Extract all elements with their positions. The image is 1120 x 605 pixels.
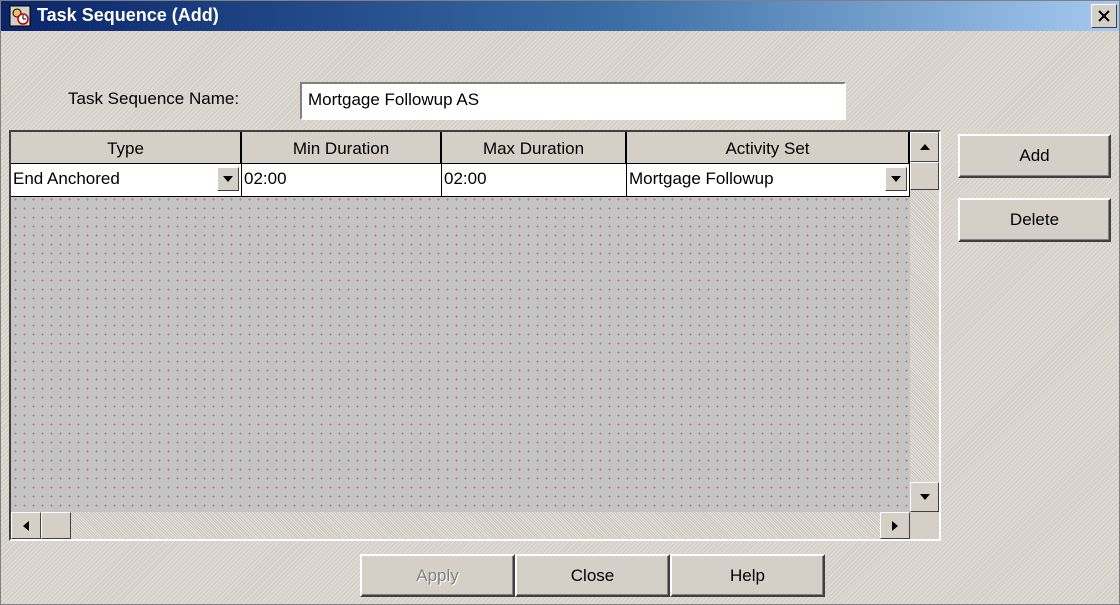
scroll-down-button[interactable] <box>910 482 939 512</box>
grid-header: Type Min Duration Max Duration Activity … <box>11 132 910 164</box>
type-value: End Anchored <box>13 169 120 188</box>
delete-button[interactable]: Delete <box>958 198 1111 242</box>
activity-set-cell[interactable]: Mortgage Followup <box>627 164 910 196</box>
scroll-right-button[interactable] <box>880 512 910 539</box>
close-icon <box>1098 10 1110 22</box>
task-sequence-icon <box>9 5 31 27</box>
grid-data-area: Type Min Duration Max Duration Activity … <box>11 132 910 512</box>
chevron-down-icon <box>891 176 901 182</box>
task-sequence-dialog: Task Sequence (Add) Task Sequence Name: … <box>0 0 1120 605</box>
chevron-down-icon <box>223 176 233 182</box>
horizontal-scrollbar[interactable] <box>11 512 910 539</box>
arrow-up-icon <box>919 144 930 150</box>
delete-button-label: Delete <box>1009 210 1060 229</box>
close-button-label: Close <box>570 565 615 585</box>
type-cell[interactable]: End Anchored <box>11 164 242 196</box>
apply-button[interactable]: Apply <box>360 554 515 597</box>
task-sequence-name-label: Task Sequence Name: <box>68 89 240 108</box>
activity-set-dropdown-button[interactable] <box>885 167 907 191</box>
help-button-label: Help <box>730 565 765 585</box>
apply-button-label: Apply <box>416 565 459 585</box>
table-row: End Anchored 02:00 02:00 Mortgage Follow… <box>11 164 910 197</box>
add-button[interactable]: Add <box>958 134 1111 178</box>
help-button[interactable]: Help <box>670 554 825 597</box>
horizontal-scroll-thumb[interactable] <box>41 512 71 539</box>
column-header-min-duration[interactable]: Min Duration <box>242 132 442 164</box>
close-button[interactable]: Close <box>515 554 670 597</box>
arrow-down-icon <box>919 494 930 500</box>
add-button-label: Add <box>1019 146 1050 165</box>
type-dropdown-button[interactable] <box>217 167 239 191</box>
column-header-activity-set[interactable]: Activity Set <box>627 132 910 164</box>
close-window-button[interactable] <box>1091 4 1117 28</box>
activity-set-value: Mortgage Followup <box>629 169 774 188</box>
arrow-left-icon <box>23 520 29 531</box>
column-header-type[interactable]: Type <box>11 132 242 164</box>
task-sequence-name-input[interactable]: Mortgage Followup AS <box>300 82 846 120</box>
scroll-left-button[interactable] <box>11 512 41 539</box>
vertical-scrollbar[interactable] <box>910 132 939 512</box>
min-duration-cell[interactable]: 02:00 <box>242 164 442 196</box>
arrow-right-icon <box>892 520 898 531</box>
vertical-scroll-thumb[interactable] <box>910 162 939 190</box>
scrollbar-corner <box>910 512 939 539</box>
title-bar[interactable]: Task Sequence (Add) <box>1 1 1119 31</box>
column-header-max-duration[interactable]: Max Duration <box>442 132 627 164</box>
max-duration-cell[interactable]: 02:00 <box>442 164 627 196</box>
scroll-up-button[interactable] <box>910 132 939 162</box>
window-title: Task Sequence (Add) <box>37 5 219 25</box>
task-sequence-grid: Type Min Duration Max Duration Activity … <box>9 130 941 541</box>
